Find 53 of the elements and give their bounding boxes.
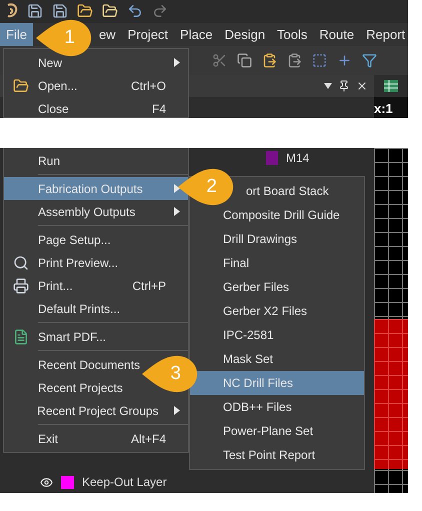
menu-item[interactable]: IPC-2581 xyxy=(190,323,364,347)
menu-item[interactable]: Default Prints... xyxy=(4,297,188,320)
menu-item[interactable]: Recent Project Groups xyxy=(4,399,188,422)
folder-icon xyxy=(13,78,29,94)
menu-item[interactable]: Print Preview... xyxy=(4,251,188,274)
layer-name: Keep-Out Layer xyxy=(82,474,167,491)
menu-bar-item[interactable]: Design xyxy=(218,22,272,46)
menu-item[interactable]: ODB++ Files xyxy=(190,395,364,419)
menu-item[interactable]: Close F4 xyxy=(4,97,188,120)
menu-item[interactable]: Gerber Files xyxy=(190,275,364,299)
menu-item[interactable]: Final xyxy=(190,251,364,275)
printer-icon xyxy=(13,278,29,294)
pin-icon[interactable] xyxy=(338,80,350,92)
menu-item[interactable]: Composite Drill Guide xyxy=(190,203,364,227)
menu-bar-item[interactable]: Report xyxy=(360,22,412,46)
app-logo-icon xyxy=(6,3,18,20)
save-all-icon[interactable] xyxy=(52,3,68,20)
menu-bar-item[interactable]: Tools xyxy=(271,22,314,46)
menu-bar-item[interactable]: Project xyxy=(122,22,174,46)
folder-icon[interactable] xyxy=(102,3,118,20)
undo-icon[interactable] xyxy=(127,3,143,20)
step-callout-tooltip: 3 xyxy=(142,355,198,393)
menu-bar-item[interactable]: Route xyxy=(313,22,360,46)
step-callout-tooltip: 2 xyxy=(178,168,234,206)
menu-item[interactable]: Smart PDF... xyxy=(4,325,188,348)
move-icon[interactable] xyxy=(337,52,352,68)
table-icon[interactable] xyxy=(384,80,398,92)
menu-item[interactable]: Gerber X2 Files xyxy=(190,299,364,323)
coordinate-readout: x:1 xyxy=(374,100,394,118)
selection-icon[interactable] xyxy=(312,52,327,68)
paste-icon[interactable] xyxy=(287,52,302,68)
menu-item[interactable]: Print... Ctrl+P xyxy=(4,274,188,297)
paste-icon[interactable] xyxy=(262,52,277,68)
folder-icon[interactable] xyxy=(77,3,93,20)
scissors-icon[interactable] xyxy=(212,52,227,68)
save-icon[interactable] xyxy=(27,3,43,20)
close-icon[interactable] xyxy=(356,80,368,92)
menu-item[interactable]: Power-Plane Set xyxy=(190,419,364,443)
filter-icon[interactable] xyxy=(362,52,377,68)
menu-bar-item[interactable]: ew xyxy=(92,22,122,46)
menu-item[interactable]: Exit Alt+F4 xyxy=(4,427,188,450)
dropdown-icon[interactable] xyxy=(324,82,332,88)
menu-item[interactable]: Test Point Report xyxy=(190,443,364,467)
menu-bar-item[interactable]: Place xyxy=(174,22,219,46)
visibility-icon[interactable] xyxy=(40,476,53,488)
preview-icon xyxy=(13,254,29,270)
menu-item[interactable]: Page Setup... xyxy=(4,228,188,251)
redo-icon[interactable] xyxy=(152,3,168,20)
copy-icon[interactable] xyxy=(237,52,252,68)
layer-name: M14 xyxy=(286,150,310,167)
step-callout-tooltip: 1 xyxy=(36,19,92,57)
pdf-icon xyxy=(13,328,29,344)
menu-item[interactable]: Drill Drawings xyxy=(190,227,364,251)
